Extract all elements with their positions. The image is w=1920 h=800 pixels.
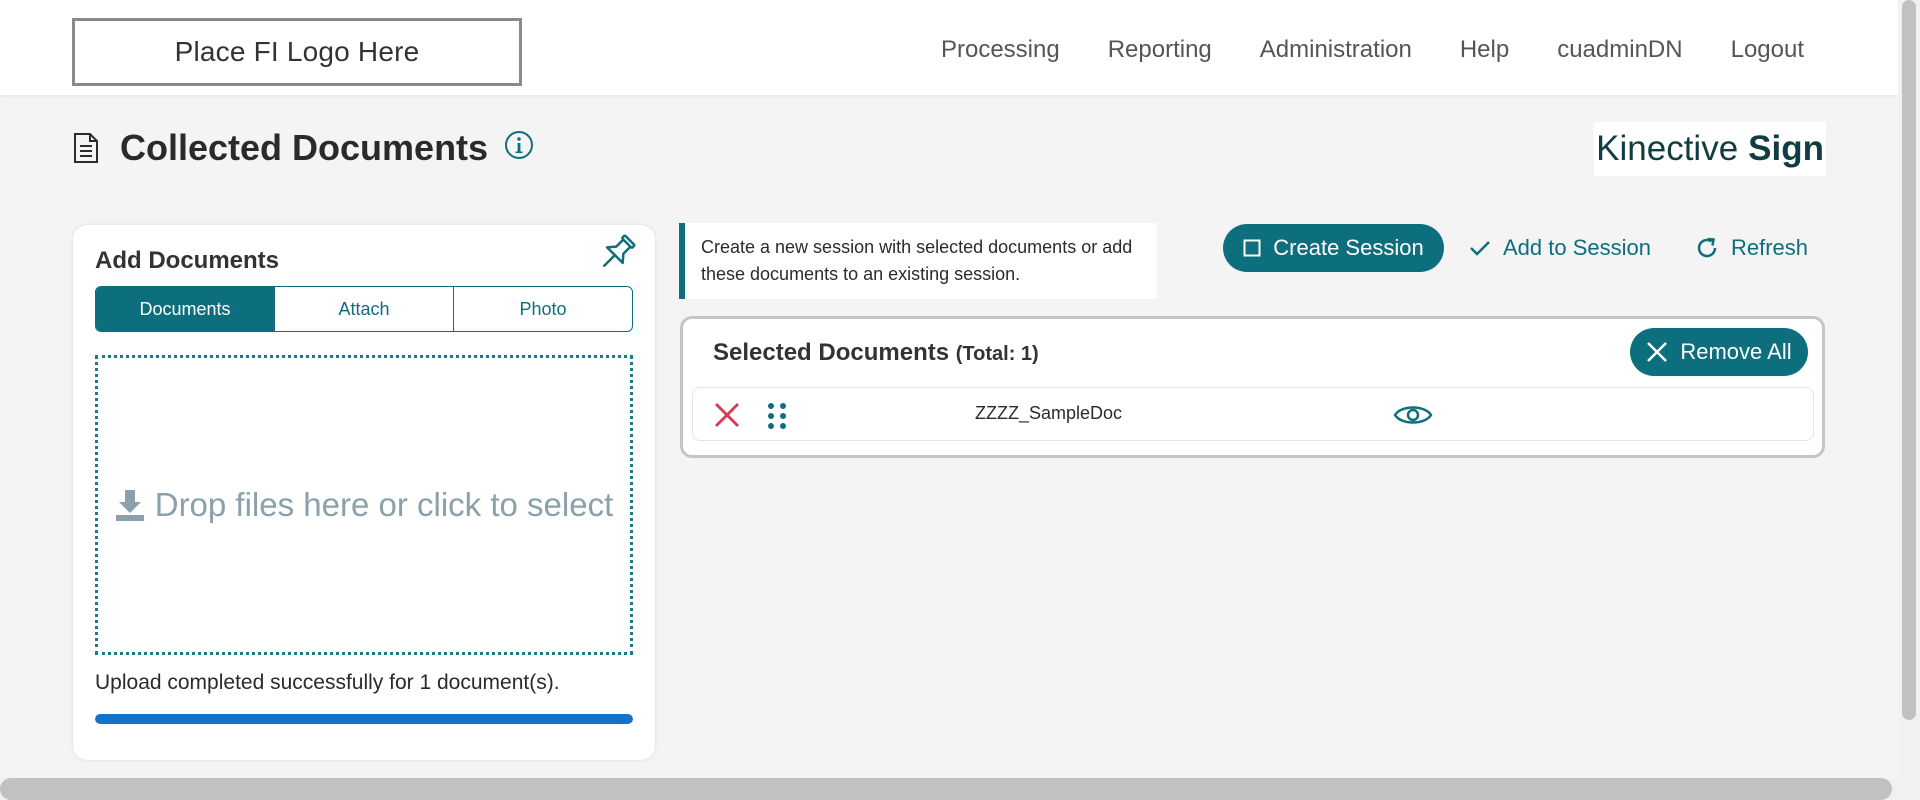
add-to-session-label: Add to Session (1503, 235, 1651, 260)
upload-progress-fill (95, 714, 633, 724)
remove-all-button[interactable]: Remove All (1630, 328, 1808, 376)
vertical-scroll-thumb[interactable] (1902, 0, 1916, 720)
horizontal-scroll-thumb[interactable] (0, 778, 1892, 800)
tab-attach[interactable]: Attach (275, 287, 454, 331)
document-list-icon (74, 133, 98, 163)
vertical-scrollbar[interactable] (1898, 0, 1920, 800)
checkmark-icon (1470, 241, 1490, 256)
nav-processing[interactable]: Processing (941, 36, 1060, 64)
add-to-session-button[interactable]: Add to Session (1469, 224, 1651, 272)
selected-total-count: (Total: 1) (955, 343, 1039, 365)
upload-status-text: Upload completed successfully for 1 docu… (95, 671, 560, 694)
create-session-label: Create Session (1273, 235, 1424, 260)
eye-icon[interactable] (1393, 402, 1433, 428)
remove-document-icon[interactable] (713, 401, 741, 429)
brand-light-text: Kinective (1596, 129, 1739, 168)
create-session-button[interactable]: Create Session (1223, 224, 1444, 272)
kinective-sign-logo: Kinective Sign (1594, 122, 1826, 176)
horizontal-scrollbar[interactable] (0, 778, 1898, 800)
download-icon (115, 490, 144, 521)
refresh-label: Refresh (1731, 235, 1809, 260)
upload-progress-bar (95, 714, 633, 724)
session-help-note: Create a new session with selected docum… (679, 223, 1157, 299)
refresh-button[interactable]: Refresh (1695, 224, 1808, 272)
refresh-icon (1697, 237, 1717, 258)
pushpin-icon[interactable] (595, 231, 639, 275)
info-circle-icon[interactable] (504, 130, 534, 160)
brand-bold-text: Sign (1748, 129, 1824, 168)
add-documents-title: Add Documents (95, 247, 280, 274)
file-dropzone[interactable]: Drop files here or click to select (95, 355, 633, 655)
main-nav: Processing Reporting Administration Help… (941, 0, 1804, 100)
selected-title-text: Selected Documents (713, 339, 950, 366)
document-name: ZZZZ_SampleDoc (975, 403, 1123, 423)
tab-documents[interactable]: Documents (96, 287, 275, 331)
nav-administration[interactable]: Administration (1260, 36, 1412, 64)
close-icon (1647, 342, 1668, 362)
nav-reporting[interactable]: Reporting (1108, 36, 1212, 64)
institution-logo-placeholder: Place FI Logo Here (72, 18, 522, 86)
page-title-row: Collected Documents (72, 124, 534, 172)
selected-documents-title: Selected Documents (Total: 1) (713, 339, 1039, 367)
selected-documents-panel: Selected Documents (Total: 1) Remove All… (680, 316, 1825, 458)
square-outline-icon (1243, 239, 1261, 257)
top-bar: Place FI Logo Here Processing Reporting … (0, 0, 1898, 95)
add-documents-panel: Add Documents Documents Attach Photo Dro… (73, 225, 655, 760)
dropzone-text: Drop files here or click to select (154, 486, 614, 523)
remove-all-label: Remove All (1680, 339, 1792, 364)
selected-document-row: ZZZZ_SampleDoc (692, 387, 1814, 441)
drag-handle-icon[interactable] (765, 401, 789, 431)
nav-logout[interactable]: Logout (1731, 36, 1804, 64)
page-title: Collected Documents (120, 127, 489, 168)
tab-photo[interactable]: Photo (454, 287, 632, 331)
nav-user-account[interactable]: cuadminDN (1557, 36, 1682, 64)
nav-help[interactable]: Help (1460, 36, 1509, 64)
upload-source-tabs: Documents Attach Photo (95, 286, 633, 332)
